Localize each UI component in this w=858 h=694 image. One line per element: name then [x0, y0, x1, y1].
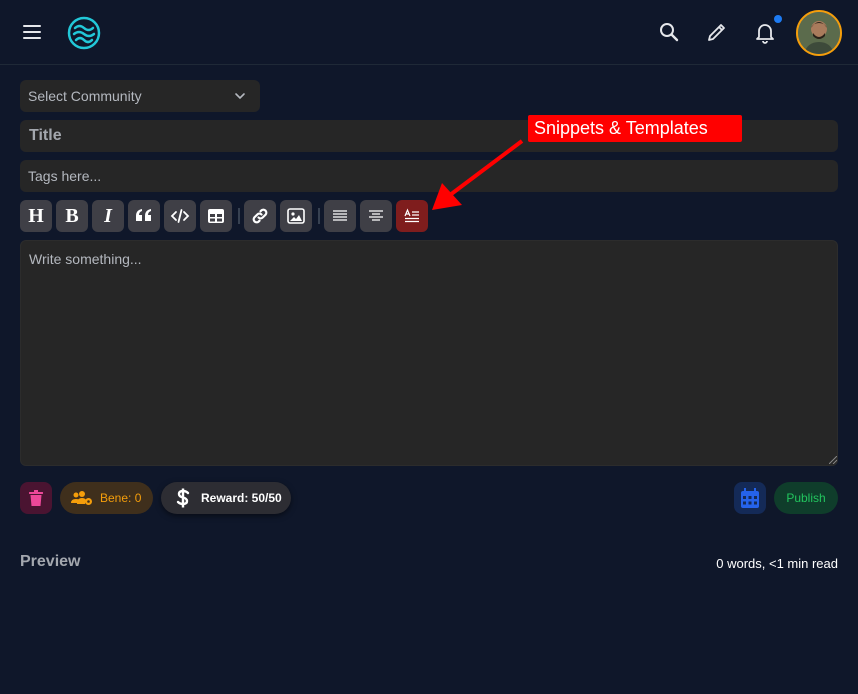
quote-icon — [136, 209, 151, 221]
callout-text: Snippets & Templates — [534, 118, 708, 138]
toolbar-divider — [318, 208, 320, 224]
heading-button[interactable]: H — [20, 200, 52, 232]
align-center-icon — [369, 210, 383, 221]
bene-label: Bene: 0 — [100, 491, 142, 505]
body-placeholder: Write something... — [29, 251, 142, 267]
italic-button[interactable]: I — [92, 200, 124, 232]
quote-button[interactable] — [128, 200, 160, 232]
bold-icon: B — [65, 205, 79, 227]
trash-icon — [29, 490, 43, 506]
reward-button[interactable]: Reward: 50/50 — [161, 482, 291, 514]
beneficiaries-button[interactable]: Bene: 0 — [60, 482, 153, 514]
top-bar — [0, 0, 858, 65]
italic-icon: I — [104, 205, 112, 227]
editor-page: Select Community Title Tags here... H B … — [0, 0, 858, 694]
preview-heading: Preview — [20, 553, 81, 570]
hamburger-icon[interactable] — [23, 25, 41, 39]
table-icon — [208, 209, 224, 223]
word-count: 0 words, <1 min read — [716, 556, 838, 571]
search-icon[interactable] — [657, 20, 681, 44]
body-editor[interactable]: Write something... — [20, 240, 838, 466]
community-select-label: Select Community — [28, 88, 142, 104]
community-select[interactable]: Select Community — [20, 80, 260, 112]
align-justify-button[interactable] — [324, 200, 356, 232]
publish-label: Publish — [786, 491, 826, 505]
link-icon — [252, 208, 268, 224]
resize-handle-icon[interactable] — [829, 456, 837, 464]
avatar-image — [798, 12, 840, 54]
image-icon — [287, 208, 305, 224]
image-button[interactable] — [280, 200, 312, 232]
publish-button[interactable]: Publish — [774, 482, 838, 514]
dollar-icon — [176, 488, 190, 508]
delete-button[interactable] — [20, 482, 52, 514]
callout-arrow-icon — [432, 139, 524, 210]
snippets-callout: Snippets & Templates — [528, 115, 742, 142]
schedule-button[interactable] — [734, 482, 766, 514]
avatar[interactable] — [796, 10, 842, 56]
align-center-button[interactable] — [360, 200, 392, 232]
notification-dot — [774, 15, 782, 23]
link-button[interactable] — [244, 200, 276, 232]
bold-button[interactable]: B — [56, 200, 88, 232]
tags-placeholder: Tags here... — [28, 168, 102, 184]
snippets-templates-icon — [404, 208, 419, 223]
align-justify-icon — [333, 210, 347, 221]
chevron-down-icon — [235, 93, 245, 100]
bell-icon[interactable] — [753, 20, 777, 44]
reward-label: Reward: 50/50 — [201, 491, 282, 505]
table-button[interactable] — [200, 200, 232, 232]
calendar-icon — [741, 488, 759, 508]
code-icon — [170, 209, 190, 223]
toolbar-divider — [238, 208, 240, 224]
title-placeholder: Title — [29, 127, 62, 144]
waves-logo-icon[interactable] — [67, 16, 101, 50]
heading-icon: H — [28, 205, 44, 227]
users-cog-icon — [71, 491, 92, 505]
pencil-icon[interactable] — [705, 20, 729, 44]
code-button[interactable] — [164, 200, 196, 232]
